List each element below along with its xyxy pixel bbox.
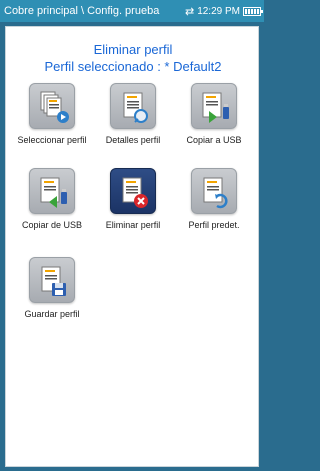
profile-details-icon bbox=[110, 83, 156, 129]
tile-label: Detalles perfil bbox=[105, 135, 161, 145]
tile-profile-details[interactable]: Detalles perfil bbox=[93, 83, 173, 146]
status-bar: Cobre principal \ Config. prueba ⇄ 12:29… bbox=[0, 0, 264, 22]
tile-label: Eliminar perfil bbox=[105, 220, 161, 230]
tile-default-profile[interactable]: Perfil predet. bbox=[174, 168, 254, 231]
battery-icon bbox=[243, 6, 263, 16]
save-profile-icon bbox=[29, 257, 75, 303]
tile-label: Copiar a USB bbox=[186, 135, 242, 145]
tile-label: Seleccionar perfil bbox=[17, 135, 87, 145]
tile-label: Copiar de USB bbox=[21, 220, 83, 230]
tile-label: Perfil predet. bbox=[188, 220, 240, 230]
tile-select-profile[interactable]: Seleccionar perfil bbox=[12, 83, 92, 146]
selected-profile-label: Perfil seleccionado : * Default2 bbox=[44, 59, 222, 74]
tile-label: Guardar perfil bbox=[24, 309, 80, 319]
copy-to-usb-icon bbox=[191, 83, 237, 129]
page-title: Eliminar perfil bbox=[93, 42, 173, 57]
copy-from-usb-icon bbox=[29, 168, 75, 214]
profile-panel: Eliminar perfil Perfil seleccionado : * … bbox=[5, 26, 259, 467]
tile-save-profile[interactable]: Guardar perfil bbox=[12, 257, 92, 320]
tile-copy-to-usb[interactable]: Copiar a USB bbox=[174, 83, 254, 146]
breadcrumb[interactable]: Cobre principal \ Config. prueba bbox=[4, 5, 185, 17]
delete-profile-icon bbox=[110, 168, 156, 214]
sync-arrows-icon: ⇄ bbox=[184, 5, 195, 18]
select-profile-icon bbox=[29, 83, 75, 129]
clock: 12:29 PM bbox=[197, 5, 240, 17]
tile-delete-profile[interactable]: Eliminar perfil bbox=[93, 168, 173, 231]
tile-copy-from-usb[interactable]: Copiar de USB bbox=[12, 168, 92, 231]
default-profile-icon bbox=[191, 168, 237, 214]
